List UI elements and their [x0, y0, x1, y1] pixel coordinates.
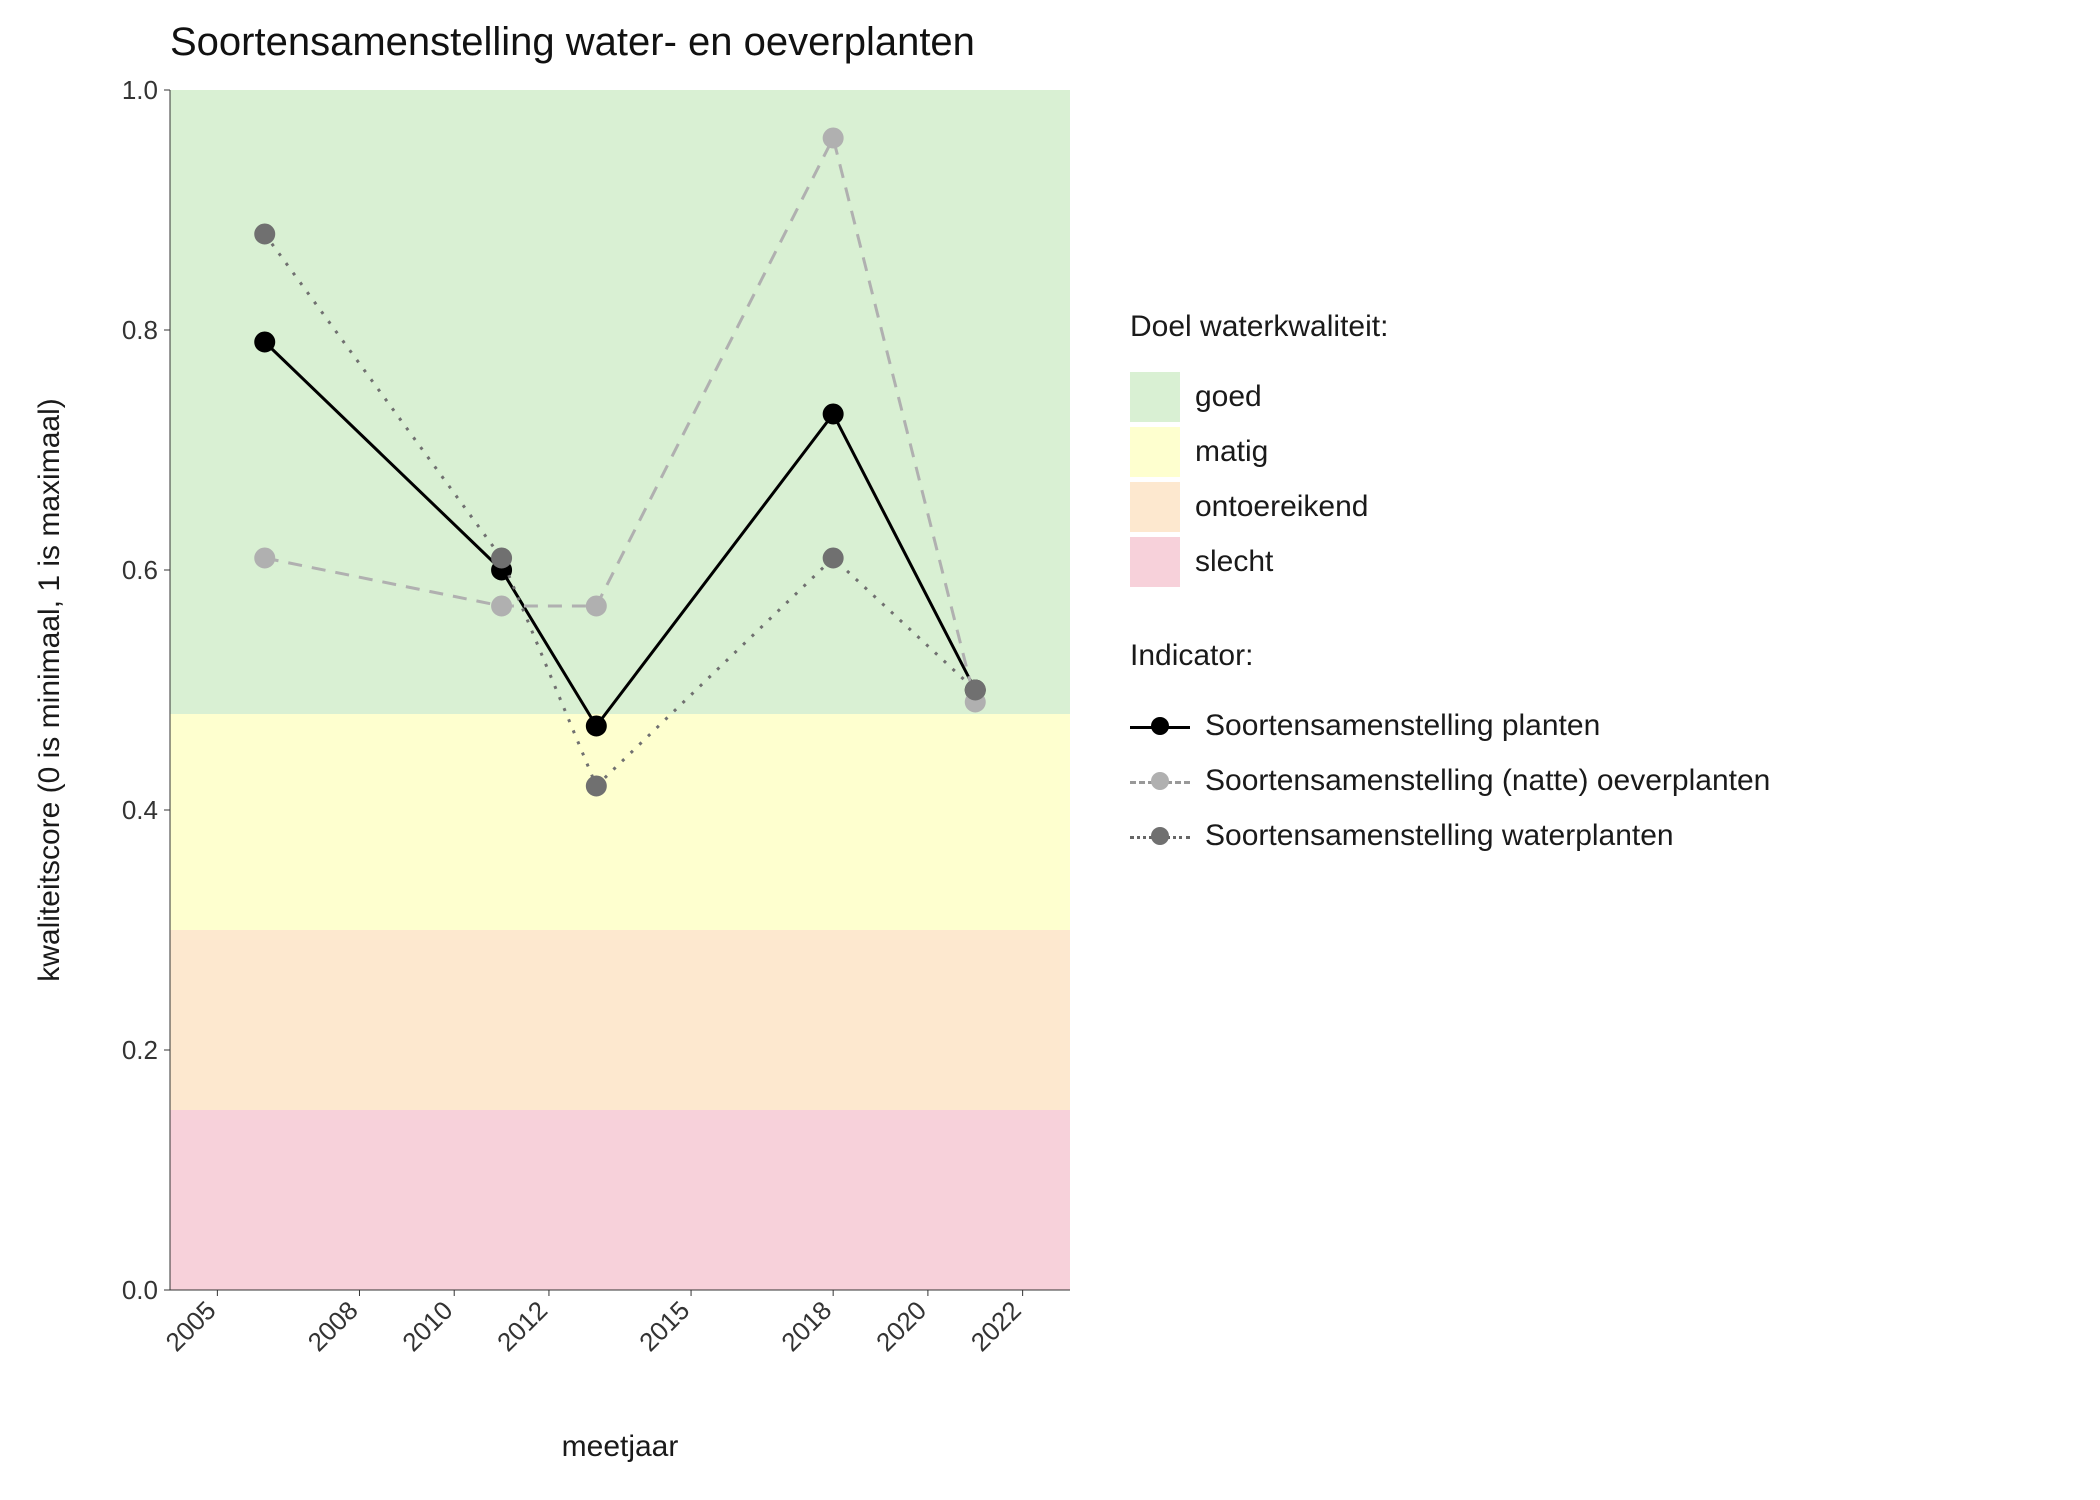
legend-indicator-oever: Soortensamenstelling (natte) oeverplante…: [1130, 753, 1770, 808]
band-matig: [170, 714, 1070, 930]
series-point: [965, 680, 985, 700]
band-slecht: [170, 1110, 1070, 1290]
legend-label: goed: [1195, 380, 1262, 414]
band-ontoereikend: [170, 930, 1070, 1110]
x-tick-label: 2015: [633, 1295, 695, 1357]
indicator-swatch-solid: [1130, 706, 1190, 746]
legend-label: slecht: [1195, 545, 1273, 579]
chart-figure: Soortensamenstelling water- en oeverplan…: [0, 0, 2100, 1500]
x-tick-label: 2022: [965, 1295, 1027, 1357]
indicator-swatch-dotted: [1130, 816, 1190, 856]
y-tick-label: 0.4: [122, 795, 158, 825]
x-tick-label: 2012: [491, 1295, 553, 1357]
series-point: [823, 128, 843, 148]
x-tick-label: 2018: [775, 1295, 837, 1357]
series-point: [586, 776, 606, 796]
legend-band-matig: matig: [1130, 424, 1770, 479]
y-tick-label: 0.0: [122, 1275, 158, 1305]
legend-bands: Doel waterkwaliteit: goed matig ontoerei…: [1130, 310, 1770, 589]
legend-band-ontoereikend: ontoereikend: [1130, 479, 1770, 534]
y-tick-label: 1.0: [122, 75, 158, 105]
swatch-goed: [1130, 372, 1180, 422]
series-point: [255, 224, 275, 244]
legend-indicator-planten: Soortensamenstelling planten: [1130, 698, 1770, 753]
series-point: [823, 404, 843, 424]
y-tick-label: 0.2: [122, 1035, 158, 1065]
x-tick-label: 2020: [870, 1295, 932, 1357]
y-tick-label: 0.6: [122, 555, 158, 585]
swatch-matig: [1130, 427, 1180, 477]
legend-band-goed: goed: [1130, 369, 1770, 424]
series-point: [823, 548, 843, 568]
legend-label: Soortensamenstelling waterplanten: [1205, 819, 1674, 853]
band-goed: [170, 90, 1070, 714]
swatch-ontoereikend: [1130, 482, 1180, 532]
plot-svg: 0.00.20.40.60.81.02005200820102012201520…: [170, 90, 1070, 1290]
legend-indicators: Indicator: Soortensamenstelling planten …: [1130, 639, 1770, 863]
series-point: [586, 716, 606, 736]
legend-label: ontoereikend: [1195, 490, 1368, 524]
x-tick-label: 2005: [159, 1295, 221, 1357]
legend-indicator-title: Indicator:: [1130, 639, 1770, 673]
series-point: [492, 596, 512, 616]
legend-label: Soortensamenstelling (natte) oeverplante…: [1205, 764, 1770, 798]
legend-band-title: Doel waterkwaliteit:: [1130, 310, 1770, 344]
x-tick-label: 2010: [396, 1295, 458, 1357]
series-point: [586, 596, 606, 616]
y-tick-label: 0.8: [122, 315, 158, 345]
legend-band-slecht: slecht: [1130, 534, 1770, 589]
legend-indicator-water: Soortensamenstelling waterplanten: [1130, 808, 1770, 863]
chart-title: Soortensamenstelling water- en oeverplan…: [170, 20, 975, 65]
legend-label: Soortensamenstelling planten: [1205, 709, 1600, 743]
x-tick-label: 2008: [302, 1295, 364, 1357]
series-point: [492, 548, 512, 568]
swatch-slecht: [1130, 537, 1180, 587]
series-point: [255, 332, 275, 352]
plot-area: 0.00.20.40.60.81.02005200820102012201520…: [170, 90, 1070, 1290]
series-point: [255, 548, 275, 568]
legend: Doel waterkwaliteit: goed matig ontoerei…: [1130, 310, 1770, 913]
x-axis-label: meetjaar: [562, 1430, 679, 1464]
indicator-swatch-dashed: [1130, 761, 1190, 801]
y-axis-label: kwaliteitscore (0 is minimaal, 1 is maxi…: [33, 398, 67, 981]
legend-label: matig: [1195, 435, 1268, 469]
